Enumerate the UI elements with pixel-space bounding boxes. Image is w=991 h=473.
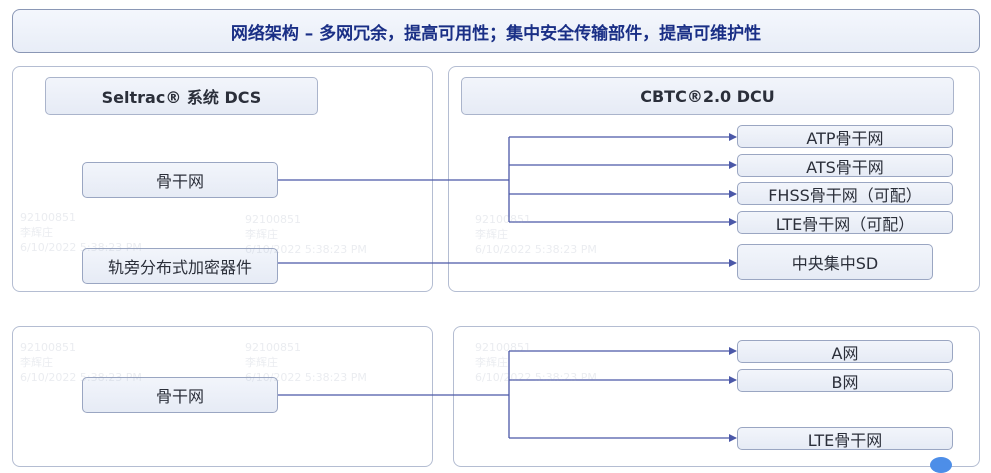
corner-indicator — [930, 457, 952, 473]
watermark: 92100851 李辉庄 6/10/2022 5:38:23 PM — [20, 341, 142, 384]
watermark: 92100851 李辉庄 6/10/2022 5:38:23 PM — [245, 213, 367, 256]
watermark: 92100851 李辉庄 6/10/2022 5:38:23 PM — [245, 341, 367, 384]
watermark: 92100851 李辉庄 6/10/2022 5:38:23 PM — [20, 211, 142, 254]
watermark: 92100851 李辉庄 6/10/2022 5:38:23 PM — [475, 341, 597, 384]
watermark: 92100851 李辉庄 6/10/2022 5:38:23 PM — [475, 213, 597, 256]
